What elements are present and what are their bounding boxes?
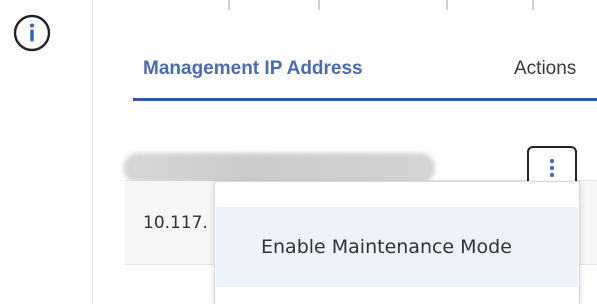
rail-divider [92, 0, 93, 304]
column-header-management-ip[interactable]: Management IP Address [143, 58, 363, 80]
actions-dropdown-menu: Enable Maintenance Mode [214, 181, 580, 304]
more-vertical-icon [550, 159, 554, 177]
table-header-row: Management IP Address Actions [125, 42, 597, 98]
management-ip-value: 10.117. [143, 213, 208, 233]
menu-item-enable-maintenance-mode[interactable]: Enable Maintenance Mode [216, 207, 578, 287]
redacted-ip-value [123, 153, 435, 183]
column-header-actions: Actions [514, 58, 577, 79]
table-row[interactable] [123, 101, 597, 190]
info-icon[interactable] [13, 14, 51, 52]
left-rail [0, 0, 92, 304]
menu-item-label: Enable Maintenance Mode [261, 236, 512, 258]
